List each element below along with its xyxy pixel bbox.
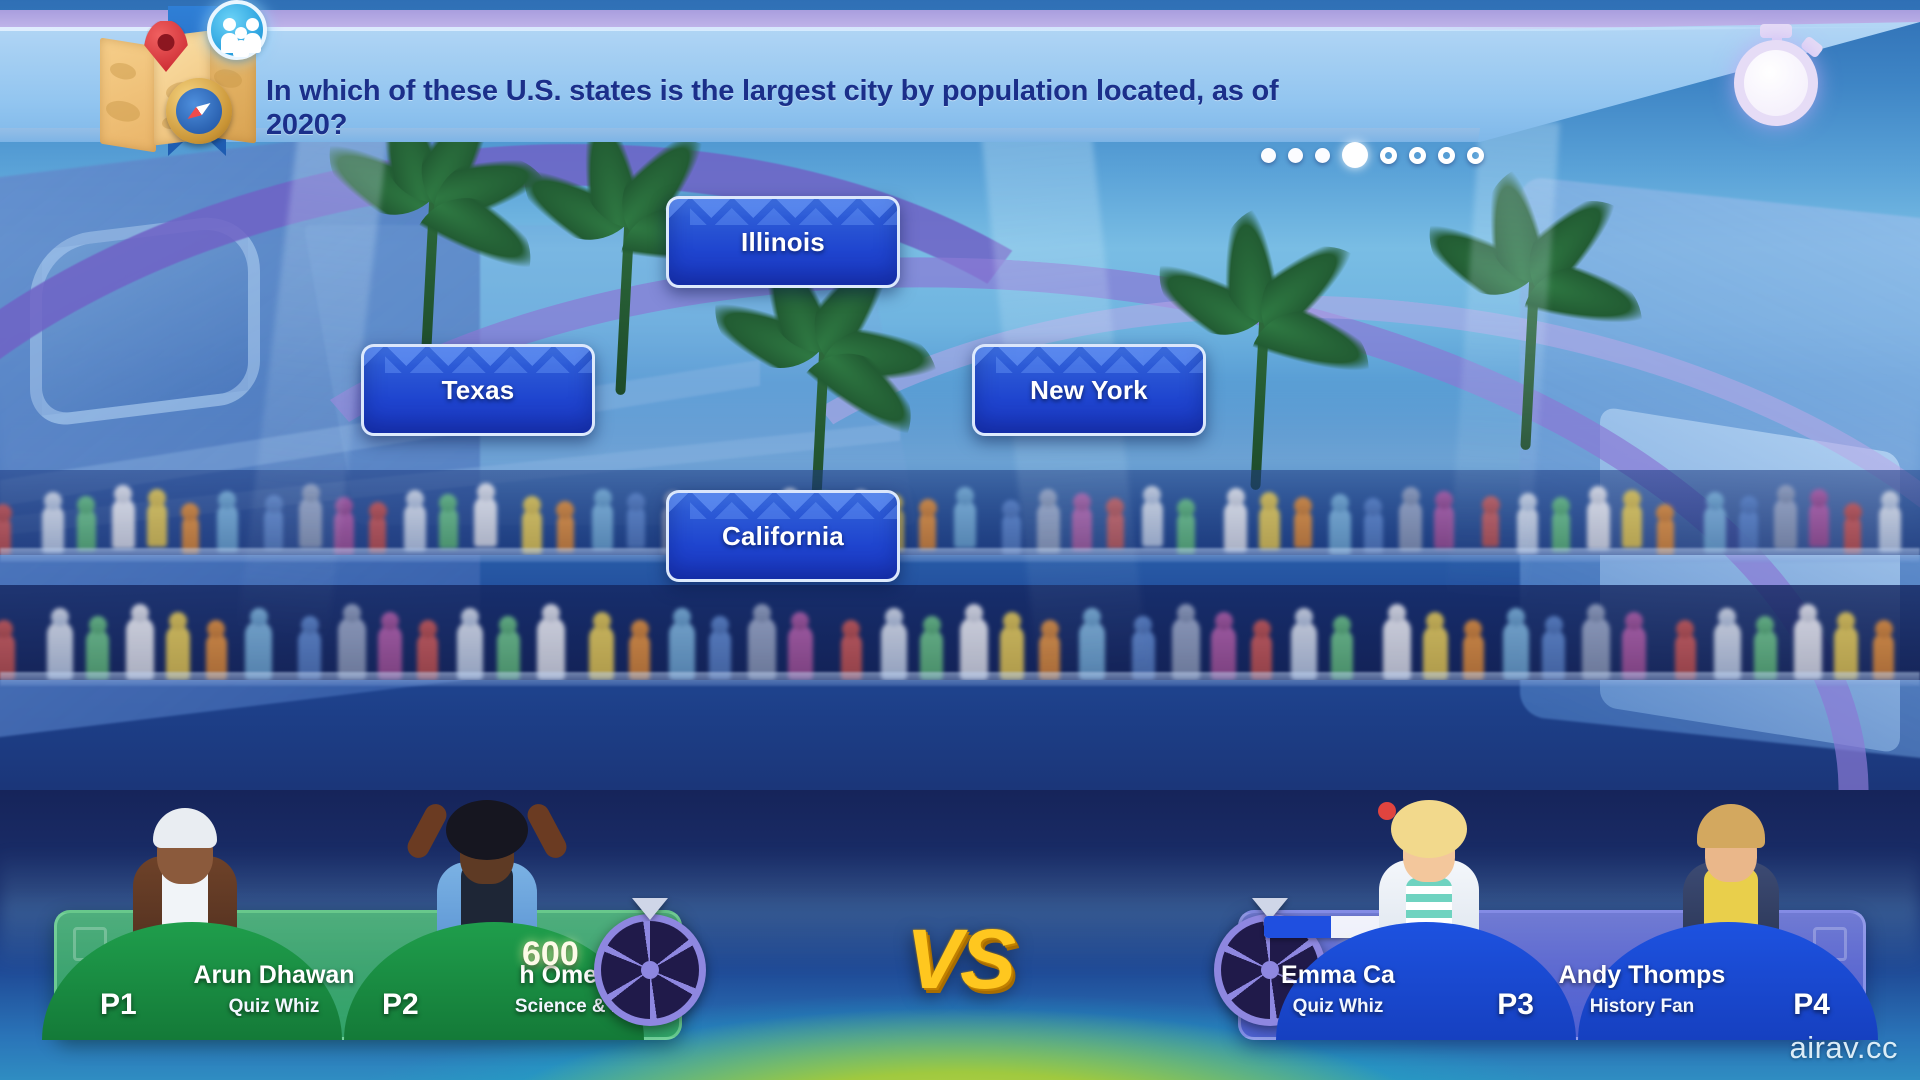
- crowd-figure: [960, 617, 989, 680]
- crowd-figure: [748, 617, 777, 680]
- crowd-figure: [1774, 497, 1798, 549]
- crowd-figure: [474, 495, 498, 547]
- triangle-pattern-icon: [690, 493, 897, 519]
- progress-dot-6: [1409, 146, 1426, 164]
- player-hud: P1 Arun Dhawan Quiz Whiz P2 h Omenma Sci…: [0, 800, 1920, 1080]
- crowd-figure: [1141, 498, 1164, 547]
- triangle-pattern-icon: [690, 199, 897, 225]
- crowd-figure: [1551, 510, 1571, 552]
- crowd-figure: [76, 509, 96, 551]
- stopwatch-icon: [1728, 18, 1825, 128]
- progress-dot-8: [1467, 146, 1484, 164]
- player-name: Emma Ca: [1281, 961, 1395, 989]
- crowd-figure: [1259, 505, 1280, 550]
- crowd-figure: [536, 617, 565, 680]
- crowd-figure: [1879, 503, 1901, 552]
- player-tag: P4: [1793, 988, 1830, 1021]
- crowd-figure: [1399, 499, 1423, 551]
- progress-dot-4: [1342, 142, 1368, 168]
- crowd-figure: [404, 502, 426, 551]
- progress-dot-7: [1438, 146, 1455, 164]
- crowd-figure: [556, 513, 575, 552]
- progress-dot-3: [1315, 147, 1330, 163]
- crowd-figure: [1739, 509, 1759, 551]
- player-title: History Fan: [1589, 996, 1695, 1017]
- question-progress-dots: [1261, 142, 1484, 168]
- crowd-figure: [1294, 509, 1312, 548]
- answer-label: Illinois: [741, 226, 825, 257]
- crowd-figure: [337, 617, 366, 680]
- answer-button-illinois[interactable]: Illinois: [666, 196, 900, 288]
- crowd-figure: [1586, 498, 1610, 550]
- crowd-figure: [1809, 502, 1830, 547]
- crowd-figure: [41, 504, 64, 553]
- player-title: Quiz Whiz: [1292, 996, 1384, 1017]
- answer-button-new-york[interactable]: New York: [972, 344, 1206, 436]
- hair-flower-icon: [1378, 802, 1396, 820]
- crowd-figure: [1793, 617, 1822, 680]
- score-wheel-left: [594, 898, 706, 1026]
- crowd-figure: [954, 499, 976, 548]
- team-score-left: 600: [522, 935, 579, 973]
- crowd-figure: [1582, 617, 1611, 680]
- progress-dot-5: [1380, 146, 1397, 164]
- answer-button-texas[interactable]: Texas: [361, 344, 595, 436]
- answer-button-california[interactable]: California: [666, 490, 900, 582]
- crowd-figure: [1704, 504, 1727, 553]
- crowd-figure: [439, 507, 458, 549]
- answer-label: California: [722, 520, 844, 551]
- wheel-pointer-icon: [632, 898, 668, 920]
- progress-dot-2: [1288, 147, 1303, 163]
- player-slot-p4[interactable]: P4 Andy Thomps History Fan: [1559, 804, 1878, 1040]
- player-slot-p1[interactable]: P1 Arun Dhawan Quiz Whiz: [42, 808, 355, 1040]
- compass-icon: [166, 78, 232, 144]
- crowd-figure: [1171, 617, 1200, 680]
- crowd-figure: [1224, 500, 1248, 552]
- triangle-pattern-icon: [385, 347, 592, 373]
- player-name: Andy Thomps: [1558, 961, 1726, 989]
- triangle-pattern-icon: [996, 347, 1203, 373]
- deck-rail: [0, 672, 1920, 686]
- crowd-figure: [626, 506, 646, 548]
- answer-label: New York: [1030, 374, 1148, 405]
- watermark: airav.cc: [1789, 1030, 1898, 1065]
- vs-badge: VS: [905, 912, 1016, 1006]
- crowd-figure: [111, 497, 135, 549]
- crowd-figure: [591, 501, 614, 550]
- answer-label: Texas: [441, 374, 515, 405]
- question-text: In which of these U.S. states is the lar…: [266, 75, 1279, 141]
- crowd-figure: [146, 502, 167, 547]
- crowd-figure: [1621, 503, 1642, 548]
- progress-dot-1: [1261, 147, 1276, 163]
- player-tag: P2: [382, 988, 419, 1021]
- crowd-figure: [1364, 511, 1383, 553]
- question-banner: In which of these U.S. states is the lar…: [0, 0, 1920, 156]
- people-icon: [207, 0, 267, 60]
- crowd-figure: [1383, 617, 1412, 680]
- crowd-figure: [216, 503, 239, 552]
- crowd-figure: [126, 617, 155, 680]
- crowd-figure: [919, 511, 937, 550]
